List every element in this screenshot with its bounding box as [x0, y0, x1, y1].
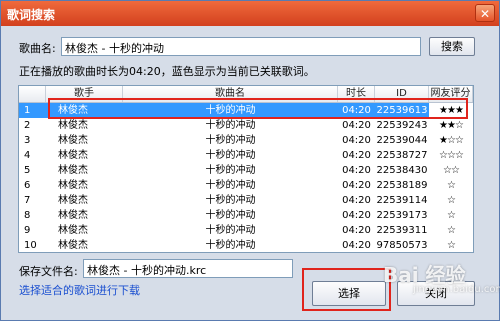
row-num: 7: [24, 195, 31, 206]
baidu-watermark-url: jingyan.baidu.com: [413, 284, 500, 295]
row-song: 十秒的冲动: [205, 165, 256, 176]
row-rating: ☆: [447, 210, 456, 221]
row-num: 4: [24, 150, 31, 161]
row-num: 2: [24, 120, 31, 131]
row-duration: 04:20: [342, 165, 371, 176]
search-button[interactable]: 搜索: [429, 37, 475, 56]
row-id: 22539311: [376, 225, 428, 236]
col-header-num[interactable]: [19, 86, 46, 102]
table-row[interactable]: 3 林俊杰 十秒的冲动 04:20 22539044 ★☆☆: [19, 133, 473, 148]
row-duration: 04:20: [342, 120, 371, 131]
row-artist: 林俊杰: [58, 240, 88, 251]
row-rating: ☆☆☆: [439, 150, 464, 161]
row-id: 22539044: [376, 135, 428, 146]
window-title: 歌词搜索: [7, 8, 56, 22]
highlight-selected-row-box: [48, 98, 468, 119]
row-duration: 04:20: [342, 195, 371, 206]
row-num: 3: [24, 135, 31, 146]
row-song: 十秒的冲动: [205, 135, 256, 146]
row-duration: 04:20: [342, 240, 371, 251]
row-song: 十秒的冲动: [205, 195, 256, 206]
highlight-select-button-box: [302, 268, 391, 311]
row-id: 22538430: [376, 165, 428, 176]
row-duration: 04:20: [342, 135, 371, 146]
lyrics-search-dialog: 歌词搜索 ✕ 歌曲名: 林俊杰 - 十秒的冲动 搜索 正在播放的歌曲时长为04:…: [0, 0, 500, 321]
table-row[interactable]: 2 林俊杰 十秒的冲动 04:20 22539243 ★★☆: [19, 118, 473, 133]
row-num: 8: [24, 210, 31, 221]
row-num: 9: [24, 225, 31, 236]
row-num: 1: [24, 105, 31, 116]
row-artist: 林俊杰: [58, 135, 88, 146]
save-filename-input[interactable]: 林俊杰 - 十秒的冲动.krc: [83, 259, 293, 278]
row-rating: ★☆☆: [439, 135, 464, 146]
row-artist: 林俊杰: [58, 195, 88, 206]
row-rating: ☆☆: [443, 165, 460, 176]
table-row[interactable]: 9 林俊杰 十秒的冲动 04:20 22539311 ☆: [19, 223, 473, 238]
row-num: 10: [24, 240, 37, 251]
table-row[interactable]: 8 林俊杰 十秒的冲动 04:20 22539173 ☆: [19, 208, 473, 223]
row-id: 22539114: [376, 195, 428, 206]
row-song: 十秒的冲动: [205, 240, 256, 251]
row-artist: 林俊杰: [58, 150, 88, 161]
save-filename-label: 保存文件名:: [19, 265, 78, 278]
row-id: 97850573: [376, 240, 428, 251]
title-bar[interactable]: 歌词搜索 ✕: [1, 1, 499, 26]
row-artist: 林俊杰: [58, 180, 88, 191]
table-row[interactable]: 7 林俊杰 十秒的冲动 04:20 22539114 ☆: [19, 193, 473, 208]
row-id: 22538189: [376, 180, 428, 191]
row-num: 5: [24, 165, 31, 176]
row-num: 6: [24, 180, 31, 191]
row-id: 22538727: [376, 150, 428, 161]
row-artist: 林俊杰: [58, 225, 88, 236]
table-row[interactable]: 4 林俊杰 十秒的冲动 04:20 22538727 ☆☆☆: [19, 148, 473, 163]
table-row[interactable]: 5 林俊杰 十秒的冲动 04:20 22538430 ☆☆: [19, 163, 473, 178]
row-artist: 林俊杰: [58, 165, 88, 176]
row-rating: ☆: [447, 225, 456, 236]
row-rating: ☆: [447, 195, 456, 206]
row-song: 十秒的冲动: [205, 225, 256, 236]
song-name-label: 歌曲名:: [19, 42, 56, 55]
row-song: 十秒的冲动: [205, 210, 256, 221]
row-artist: 林俊杰: [58, 120, 88, 131]
song-name-input[interactable]: 林俊杰 - 十秒的冲动: [61, 37, 421, 56]
row-duration: 04:20: [342, 225, 371, 236]
row-rating: ☆: [447, 240, 456, 251]
row-song: 十秒的冲动: [205, 150, 256, 161]
table-row[interactable]: 10 林俊杰 十秒的冲动 04:20 97850573 ☆: [19, 238, 473, 252]
row-song: 十秒的冲动: [205, 120, 256, 131]
row-id: 22539173: [376, 210, 428, 221]
info-text: 正在播放的歌曲时长为04:20，蓝色显示为当前已关联歌词。: [19, 65, 315, 78]
row-rating: ★★☆: [439, 120, 464, 131]
table-row[interactable]: 6 林俊杰 十秒的冲动 04:20 22538189 ☆: [19, 178, 473, 193]
close-window-button[interactable]: ✕: [475, 4, 495, 22]
row-duration: 04:20: [342, 210, 371, 221]
download-hint-link[interactable]: 选择适合的歌词进行下载: [19, 282, 140, 298]
row-song: 十秒的冲动: [205, 180, 256, 191]
row-rating: ☆: [447, 180, 456, 191]
row-artist: 林俊杰: [58, 210, 88, 221]
row-duration: 04:20: [342, 150, 371, 161]
row-duration: 04:20: [342, 180, 371, 191]
row-id: 22539243: [376, 120, 428, 131]
